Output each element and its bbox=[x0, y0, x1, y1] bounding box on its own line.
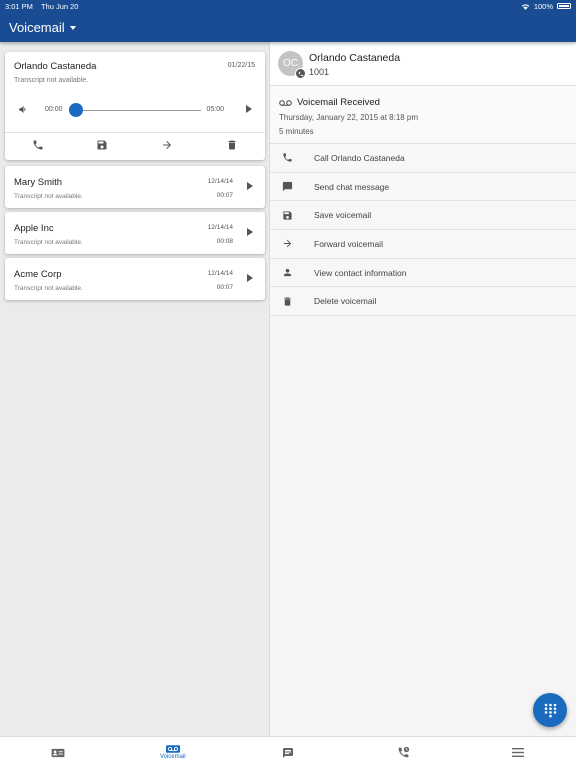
play-icon[interactable] bbox=[246, 105, 252, 113]
seek-handle[interactable] bbox=[69, 103, 83, 117]
caller-name: Orlando Castaneda bbox=[14, 61, 97, 72]
contact-header: OC Orlando Castaneda 1001 bbox=[270, 42, 576, 86]
phone-badge-icon bbox=[295, 68, 306, 79]
voicemail-date: 12/14/14 bbox=[207, 178, 233, 185]
action-label: Save voicemail bbox=[314, 210, 372, 221]
volume-icon[interactable] bbox=[18, 104, 29, 115]
voicemail-status-text: Voicemail Received bbox=[297, 97, 380, 108]
app-bar: Voicemail bbox=[0, 12, 576, 42]
status-date: Thu Jun 20 bbox=[40, 1, 79, 11]
nav-chat[interactable] bbox=[230, 737, 345, 768]
voicemail-duration: 00:07 bbox=[216, 284, 233, 291]
menu-icon bbox=[512, 748, 525, 757]
voicemail-date: 01/22/15 bbox=[227, 62, 255, 69]
action-list: Call Orlando Castaneda Send chat message… bbox=[270, 144, 576, 317]
phone-icon[interactable] bbox=[32, 139, 44, 151]
play-icon[interactable] bbox=[247, 182, 253, 190]
action-label: Send chat message bbox=[314, 181, 390, 192]
voicemail-length: 5 minutes bbox=[279, 127, 314, 136]
nav-call-history[interactable] bbox=[346, 737, 461, 768]
action-label: Forward voicemail bbox=[314, 238, 383, 249]
transcript-text: Transcript not available. bbox=[14, 285, 83, 292]
caller-name: Mary Smith bbox=[14, 177, 63, 188]
nav-voicemail[interactable]: Voicemail bbox=[115, 737, 230, 768]
phone-icon bbox=[280, 152, 294, 163]
trash-icon bbox=[280, 296, 294, 307]
wifi-icon bbox=[521, 3, 530, 10]
voicemail-icon bbox=[279, 99, 292, 106]
caller-name: Apple Inc bbox=[14, 223, 54, 234]
trash-icon[interactable] bbox=[226, 139, 238, 151]
voicemail-date: 12/14/14 bbox=[207, 224, 233, 231]
voicemail-icon bbox=[165, 745, 180, 753]
voicemail-item[interactable]: Mary Smith 12/14/14 Transcript not avail… bbox=[5, 166, 265, 208]
transcript-text: Transcript not available. bbox=[14, 193, 83, 200]
play-icon[interactable] bbox=[247, 274, 253, 282]
audio-player: 00:00 05:00 bbox=[5, 99, 265, 121]
transcript-text: Transcript not available. bbox=[14, 239, 83, 246]
play-icon[interactable] bbox=[247, 228, 253, 236]
delete-voicemail-action[interactable]: Delete voicemail bbox=[270, 287, 576, 317]
voicemail-duration: 00:08 bbox=[216, 238, 233, 245]
divider bbox=[5, 132, 265, 133]
contact-name: Orlando Castaneda bbox=[309, 52, 401, 64]
contacts-card-icon bbox=[51, 748, 65, 757]
nav-contacts[interactable] bbox=[0, 737, 115, 768]
call-contact-action[interactable]: Call Orlando Castaneda bbox=[270, 144, 576, 173]
action-label: Call Orlando Castaneda bbox=[314, 152, 405, 163]
chat-icon bbox=[280, 181, 294, 192]
forward-arrow-icon[interactable] bbox=[161, 139, 173, 151]
view-selector[interactable]: Voicemail bbox=[9, 20, 76, 35]
status-bar: 3:01 PM Thu Jun 20 100% bbox=[0, 0, 576, 12]
elapsed-time: 00:00 bbox=[45, 106, 63, 113]
battery-percent: 100% bbox=[533, 1, 553, 11]
caller-name: Acme Corp bbox=[14, 269, 62, 280]
call-history-icon bbox=[398, 746, 409, 758]
forward-voicemail-action[interactable]: Forward voicemail bbox=[270, 230, 576, 259]
person-icon bbox=[280, 267, 294, 278]
battery-icon bbox=[557, 3, 571, 9]
contact-extension: 1001 bbox=[309, 67, 330, 77]
voicemail-actions bbox=[5, 135, 265, 157]
transcript-text: Transcript not available. bbox=[14, 77, 89, 84]
page-title: Voicemail bbox=[9, 19, 65, 35]
send-chat-action[interactable]: Send chat message bbox=[270, 172, 576, 202]
chat-icon bbox=[283, 747, 293, 758]
view-contact-action[interactable]: View contact information bbox=[270, 258, 576, 288]
save-voicemail-action[interactable]: Save voicemail bbox=[270, 201, 576, 231]
save-icon bbox=[280, 210, 294, 221]
bottom-nav: Voicemail bbox=[0, 736, 576, 768]
received-date: Thursday, January 22, 2015 at 8:18 pm bbox=[279, 113, 419, 122]
nav-menu[interactable] bbox=[461, 737, 576, 768]
dialpad-button[interactable] bbox=[533, 693, 567, 727]
action-label: View contact information bbox=[314, 267, 407, 278]
seek-track[interactable] bbox=[75, 110, 201, 111]
save-icon[interactable] bbox=[96, 139, 108, 151]
action-label: Delete voicemail bbox=[314, 296, 377, 307]
voicemail-duration: 00:07 bbox=[216, 192, 233, 199]
voicemail-info: Voicemail Received Thursday, January 22,… bbox=[270, 86, 576, 144]
voicemail-status: Voicemail Received bbox=[279, 97, 380, 108]
status-time: 3:01 PM bbox=[5, 1, 33, 11]
forward-arrow-icon bbox=[280, 238, 294, 249]
nav-label: Voicemail bbox=[159, 754, 186, 760]
total-time: 05:00 bbox=[206, 106, 224, 113]
voicemail-item-expanded[interactable]: Orlando Castaneda 01/22/15 Transcript no… bbox=[5, 52, 265, 160]
dialpad-icon bbox=[544, 703, 556, 717]
voicemail-item[interactable]: Apple Inc 12/14/14 Transcript not availa… bbox=[5, 212, 265, 254]
voicemail-item[interactable]: Acme Corp 12/14/14 Transcript not availa… bbox=[5, 258, 265, 300]
voicemail-date: 12/14/14 bbox=[207, 270, 233, 277]
chevron-down-icon bbox=[69, 26, 76, 30]
voicemail-list: Orlando Castaneda 01/22/15 Transcript no… bbox=[0, 42, 269, 736]
voicemail-detail: OC Orlando Castaneda 1001 Voicemail Rece… bbox=[269, 42, 576, 736]
